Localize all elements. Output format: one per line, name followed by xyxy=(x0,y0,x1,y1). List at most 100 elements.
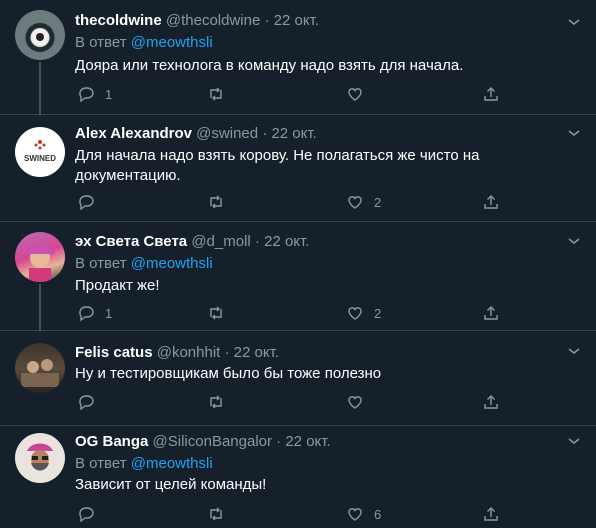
tweet-actions: 6 xyxy=(75,504,505,524)
thread-line xyxy=(39,284,41,331)
author-name[interactable]: thecoldwine xyxy=(75,12,162,29)
reply-prefix: В ответ xyxy=(75,34,127,51)
tweet-item[interactable]: эх Света Света @d_moll · 22 окт. В ответ… xyxy=(0,222,596,331)
heart-icon xyxy=(348,396,362,409)
reply-context: В ответ @meowthsli xyxy=(75,454,213,474)
tweet-text: Продакт же! xyxy=(75,277,160,294)
chevron-down-icon[interactable] xyxy=(566,433,582,449)
reply-context: В ответ @meowthsli xyxy=(75,254,213,274)
retweet-icon xyxy=(210,195,222,209)
retweet-button[interactable] xyxy=(207,192,235,212)
tweet-header: OG Banga @SiliconBangalor · 22 окт. xyxy=(75,432,331,452)
share-button[interactable] xyxy=(482,303,500,323)
share-icon xyxy=(484,507,498,521)
like-count: 2 xyxy=(374,194,382,210)
reply-button[interactable] xyxy=(77,192,105,212)
share-icon xyxy=(484,306,498,320)
tweet-date[interactable]: 22 окт. xyxy=(285,433,330,450)
author-name[interactable]: Alex Alexandrov xyxy=(75,125,192,142)
author-name[interactable]: эх Света Света xyxy=(75,233,187,250)
retweet-icon xyxy=(210,306,222,320)
share-icon xyxy=(484,195,498,209)
author-handle[interactable]: @swined xyxy=(196,125,258,142)
reply-button[interactable]: 1 xyxy=(77,303,112,323)
share-button[interactable] xyxy=(482,504,500,524)
share-button[interactable] xyxy=(482,192,500,212)
avatar[interactable] xyxy=(15,433,65,483)
reply-button[interactable] xyxy=(77,504,105,524)
like-count: 2 xyxy=(374,305,382,321)
like-button[interactable]: 6 xyxy=(346,504,381,524)
like-button[interactable]: 2 xyxy=(346,192,381,212)
author-handle[interactable]: @konhhit xyxy=(157,344,221,361)
separator-dot: · xyxy=(224,344,230,361)
tweet-item[interactable]: OG Banga @SiliconBangalor · 22 окт. В от… xyxy=(0,426,596,528)
tweet-item[interactable]: Felis catus @konhhit · 22 окт. Ну и тест… xyxy=(0,331,596,426)
like-button[interactable] xyxy=(346,84,374,104)
reply-mention[interactable]: @meowthsli xyxy=(131,455,213,472)
tweet-date[interactable]: 22 окт. xyxy=(271,125,316,142)
retweet-icon xyxy=(210,507,222,521)
avatar[interactable] xyxy=(15,10,65,60)
share-button[interactable] xyxy=(482,392,500,412)
retweet-icon xyxy=(210,87,222,101)
reply-icon xyxy=(79,87,94,103)
retweet-button[interactable] xyxy=(207,84,235,104)
author-handle[interactable]: @thecoldwine xyxy=(166,12,260,29)
author-name[interactable]: Felis catus xyxy=(75,344,153,361)
like-button[interactable] xyxy=(346,392,374,412)
avatar-logo-text: SWINED xyxy=(24,154,56,163)
tweet-item[interactable]: thecoldwine @thecoldwine · 22 окт. В отв… xyxy=(0,0,596,115)
tweet-item[interactable]: SWINED Alex Alexandrov @swined · 22 окт.… xyxy=(0,115,596,222)
reply-count: 1 xyxy=(105,305,113,321)
separator-dot: · xyxy=(262,125,268,142)
tweet-actions: 1 xyxy=(75,84,505,104)
tweet-text: Зависит от целей команды! xyxy=(75,476,267,493)
thread-line xyxy=(39,62,41,115)
tweet-text: Дояра или технолога в команду надо взять… xyxy=(75,57,464,74)
tweet-header: thecoldwine @thecoldwine · 22 окт. xyxy=(75,11,319,31)
reply-icon xyxy=(79,306,94,322)
tweet-text: Ну и тестировщикам было бы тоже полезно xyxy=(75,365,382,382)
tweet-header: Alex Alexandrov @swined · 22 окт. xyxy=(75,124,317,144)
chevron-down-icon[interactable] xyxy=(566,14,582,30)
tweet-header: Felis catus @konhhit · 22 окт. xyxy=(75,343,279,363)
tweet-actions xyxy=(75,392,505,412)
reply-icon xyxy=(79,395,94,411)
chevron-down-icon[interactable] xyxy=(566,125,582,141)
tweet-actions: 2 xyxy=(75,192,505,212)
retweet-icon xyxy=(210,395,222,409)
like-button[interactable]: 2 xyxy=(346,303,381,323)
author-name[interactable]: OG Banga xyxy=(75,433,148,450)
author-handle[interactable]: @d_moll xyxy=(191,233,250,250)
share-icon xyxy=(484,395,498,409)
tweet-date[interactable]: 22 окт. xyxy=(274,12,319,29)
separator-dot: · xyxy=(276,433,282,450)
chevron-down-icon[interactable] xyxy=(566,233,582,249)
chevron-down-icon[interactable] xyxy=(566,343,582,359)
avatar[interactable]: SWINED xyxy=(15,127,65,177)
heart-icon xyxy=(348,508,362,521)
reply-button[interactable] xyxy=(77,392,105,412)
retweet-button[interactable] xyxy=(207,504,235,524)
heart-icon xyxy=(348,307,362,320)
heart-icon xyxy=(348,196,362,209)
reply-icon xyxy=(79,507,94,523)
like-count: 6 xyxy=(374,506,382,522)
tweet-date[interactable]: 22 окт. xyxy=(264,233,309,250)
avatar[interactable] xyxy=(15,343,65,393)
tweet-date[interactable]: 22 окт. xyxy=(234,344,279,361)
reply-mention[interactable]: @meowthsli xyxy=(131,34,213,51)
reply-prefix: В ответ xyxy=(75,255,127,272)
author-handle[interactable]: @SiliconBangalor xyxy=(153,433,272,450)
retweet-button[interactable] xyxy=(207,392,235,412)
reply-button[interactable]: 1 xyxy=(77,84,112,104)
reply-prefix: В ответ xyxy=(75,455,127,472)
retweet-button[interactable] xyxy=(207,303,235,323)
tweet-actions: 1 2 xyxy=(75,303,505,323)
tweet-text: Для начала надо взять корову. Не полагат… xyxy=(75,147,480,184)
reply-context: В ответ @meowthsli xyxy=(75,33,213,53)
avatar[interactable] xyxy=(15,232,65,282)
share-button[interactable] xyxy=(482,84,500,104)
reply-mention[interactable]: @meowthsli xyxy=(131,255,213,272)
